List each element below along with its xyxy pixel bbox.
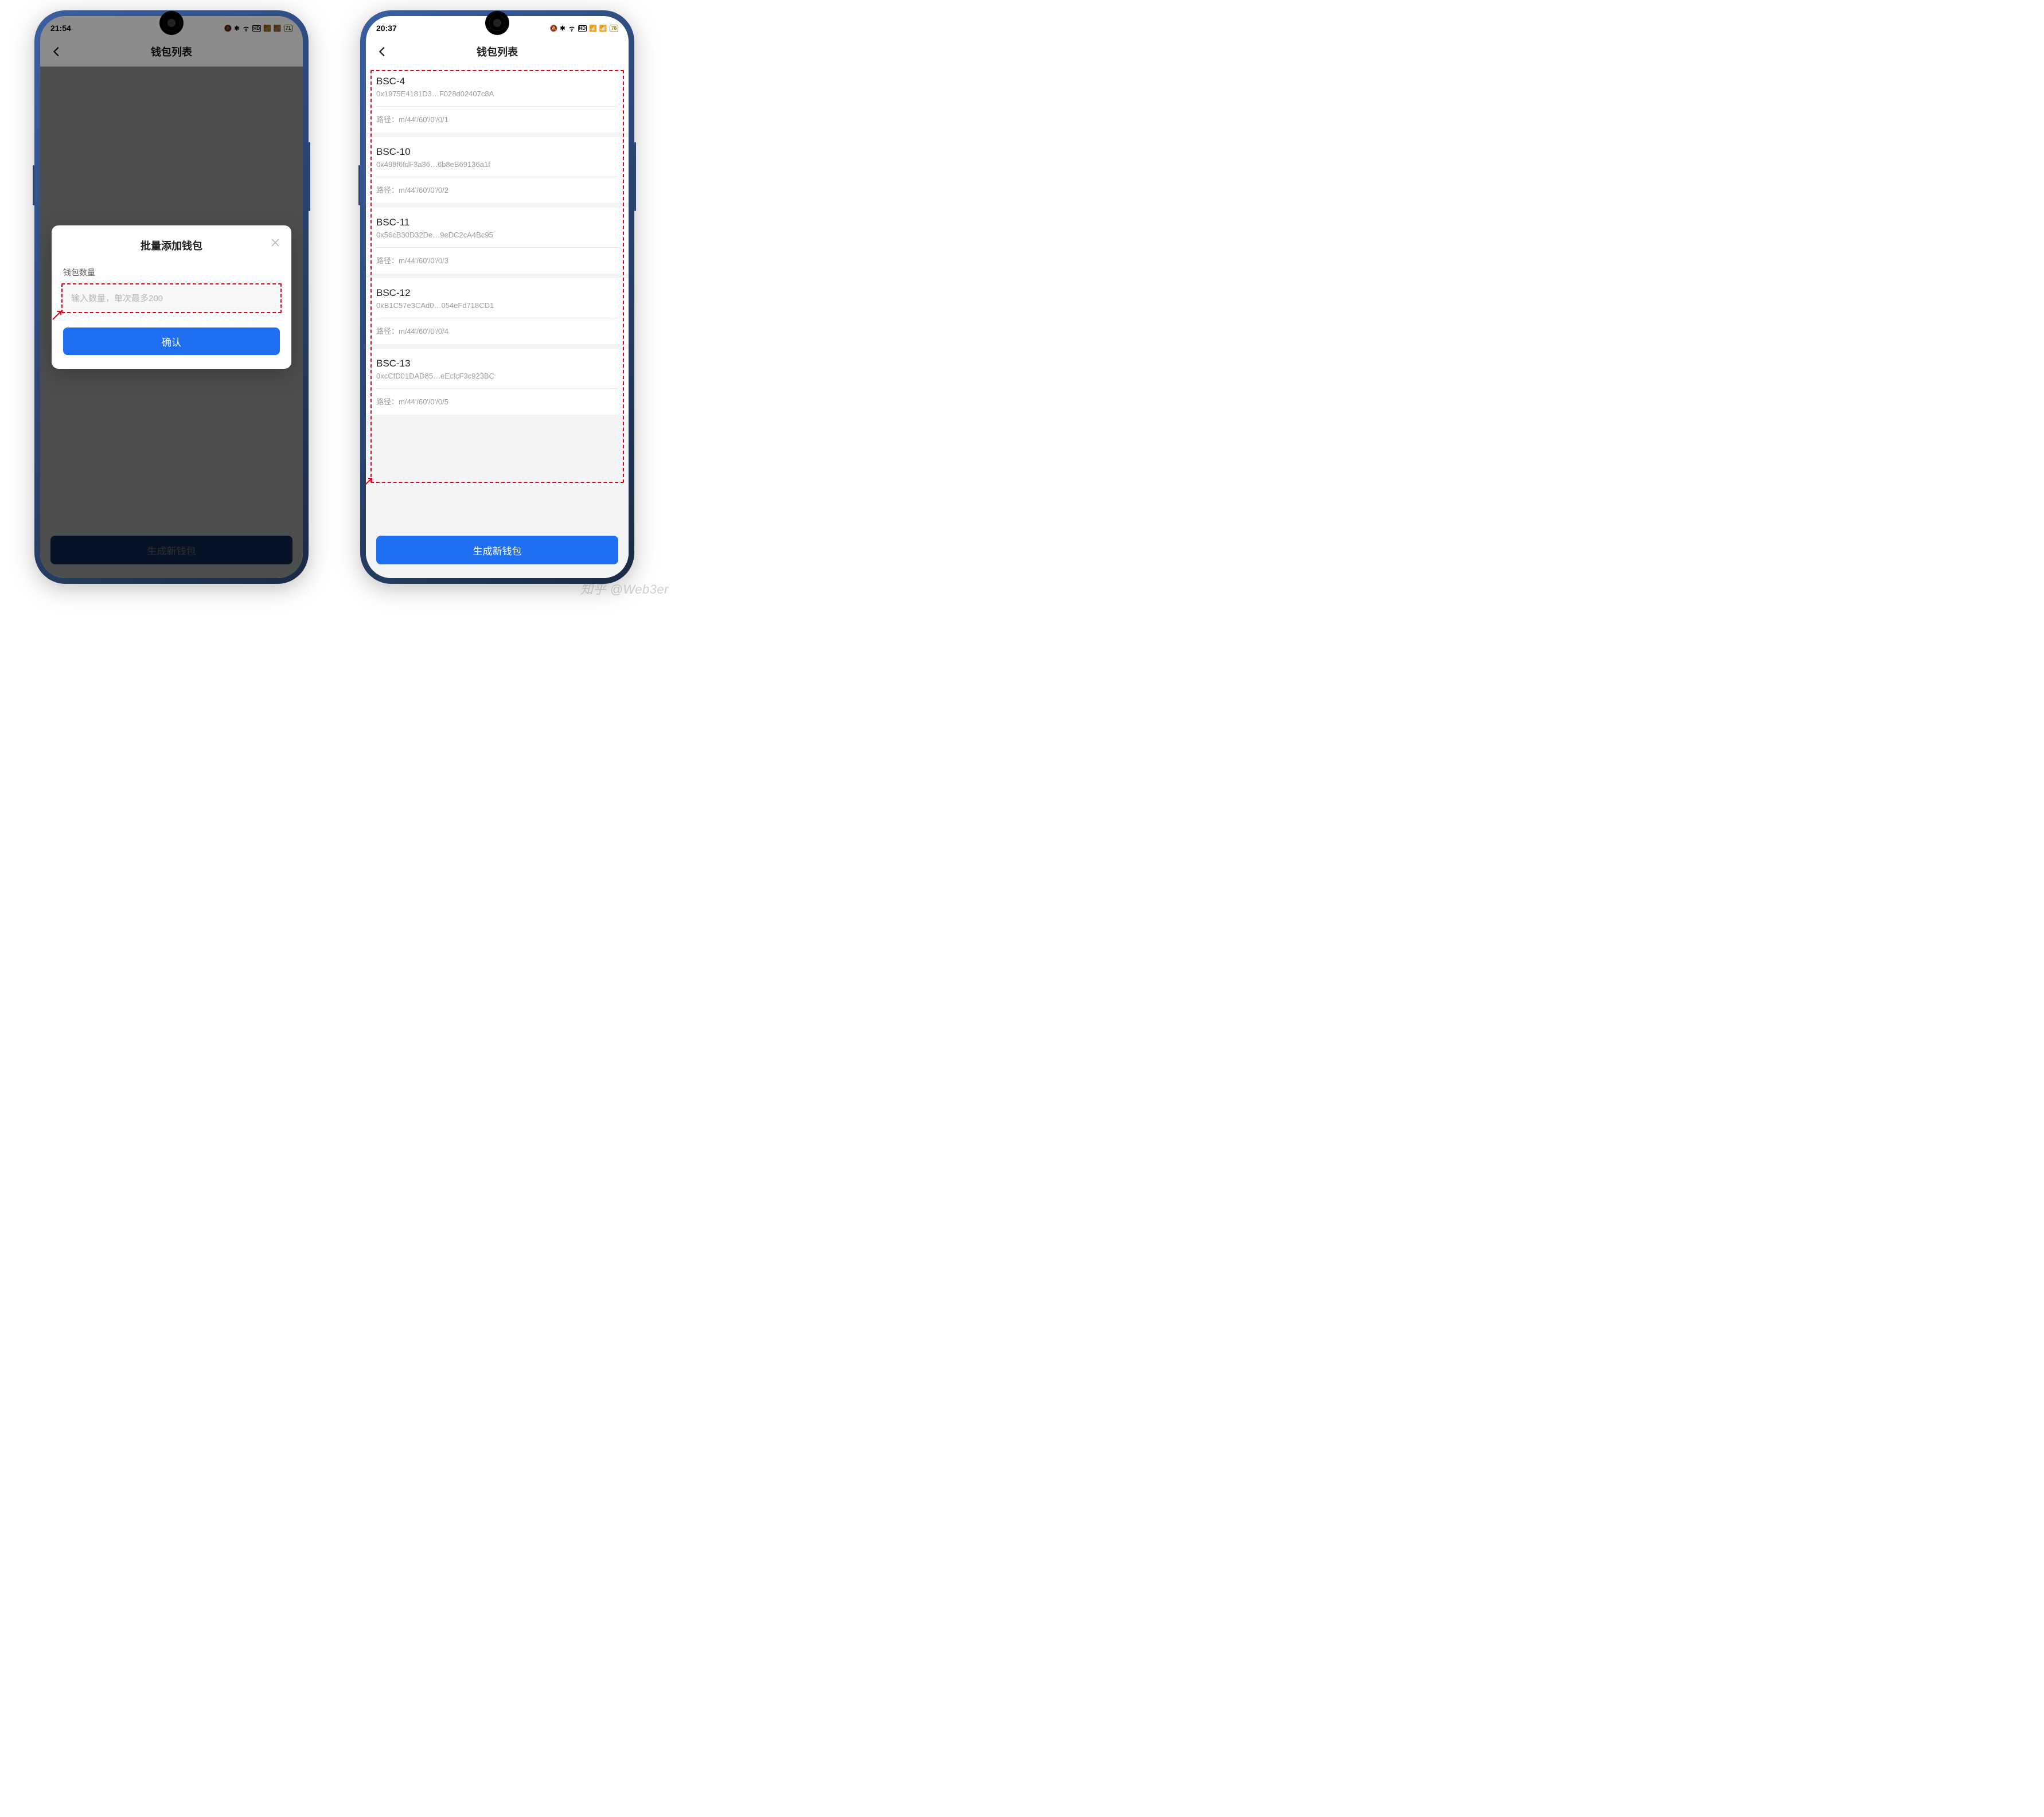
page-header: 钱包列表 [366, 37, 629, 67]
wallet-name: BSC-11 [376, 217, 618, 228]
wallet-card[interactable]: BSC-11 0x56cB30D32De…9eDC2cA4Bc95 路径：m/44'… [366, 208, 629, 274]
wallet-card[interactable]: BSC-13 0xcCfD01DAD85…eEcfcF3c923BC 路径：m/44… [366, 349, 629, 415]
wallet-name: BSC-10 [376, 146, 618, 158]
wallet-path: 路径：m/44'/60'/0'/0/2 [376, 177, 618, 195]
modal-overlay[interactable]: 批量添加钱包 钱包数量 确认 [40, 16, 303, 578]
battery-icon: 78 [610, 25, 618, 32]
generate-wallet-button[interactable]: 生成新钱包 [376, 536, 618, 564]
quantity-label: 钱包数量 [63, 267, 280, 278]
wallet-address: 0xcCfD01DAD85…eEcfcF3c923BC [376, 372, 618, 380]
arrow-icon [366, 476, 374, 488]
page-title: 钱包列表 [477, 44, 518, 59]
wallet-card[interactable]: BSC-10 0x498f6fdF3a36…6b8eB69136a1f 路径：m/4… [366, 137, 629, 203]
signal-icon: 📶 [589, 25, 597, 32]
phone-left: 21:54 🔕 ✱ HD 📶 📶 71 钱包列表 [34, 10, 309, 584]
wallet-address: 0x56cB30D32De…9eDC2cA4Bc95 [376, 231, 618, 239]
wallet-name: BSC-4 [376, 76, 618, 87]
screen-right: 20:37 🔕 ✱ HD 📶 📶 78 钱包列表 BSC-4 0x1975E418… [366, 16, 629, 578]
screen-left: 21:54 🔕 ✱ HD 📶 📶 71 钱包列表 [40, 16, 303, 578]
bluetooth-icon: ✱ [560, 25, 565, 32]
signal2-icon: 📶 [599, 25, 607, 32]
hd-icon: HD [578, 25, 587, 32]
quantity-input[interactable] [63, 285, 280, 311]
wallet-address: 0xB1C57e3CAd0…054eFd718CD1 [376, 301, 618, 310]
wallet-name: BSC-13 [376, 358, 618, 369]
wallet-path: 路径：m/44'/60'/0'/0/3 [376, 247, 618, 266]
wallet-path: 路径：m/44'/60'/0'/0/5 [376, 388, 618, 407]
wallet-card[interactable]: BSC-4 0x1975E4181D3…F028d02407c8A 路径：m/44'… [366, 67, 629, 132]
wifi-icon [568, 24, 576, 32]
phone-right: 20:37 🔕 ✱ HD 📶 📶 78 钱包列表 BSC-4 0x1975E418… [360, 10, 634, 584]
wallet-path: 路径：m/44'/60'/0'/0/4 [376, 318, 618, 336]
wallet-path: 路径：m/44'/60'/0'/0/1 [376, 106, 618, 124]
modal-title: 批量添加钱包 [63, 238, 280, 253]
camera-notch [163, 15, 180, 31]
mute-icon: 🔕 [550, 25, 558, 32]
camera-notch [489, 15, 505, 31]
status-time: 20:37 [376, 24, 397, 33]
wallet-address: 0x498f6fdF3a36…6b8eB69136a1f [376, 160, 618, 169]
arrow-icon [52, 309, 63, 321]
close-icon[interactable] [270, 237, 281, 248]
status-icons: 🔕 ✱ HD 📶 📶 78 [550, 24, 618, 32]
wallet-list[interactable]: BSC-4 0x1975E4181D3…F028d02407c8A 路径：m/44'… [366, 67, 629, 578]
wallet-card[interactable]: BSC-12 0xB1C57e3CAd0…054eFd718CD1 路径：m/44'… [366, 278, 629, 344]
bulk-add-modal: 批量添加钱包 钱包数量 确认 [52, 225, 291, 369]
back-button[interactable] [376, 45, 389, 58]
confirm-button[interactable]: 确认 [63, 327, 280, 355]
wallet-address: 0x1975E4181D3…F028d02407c8A [376, 89, 618, 98]
wallet-name: BSC-12 [376, 287, 618, 299]
